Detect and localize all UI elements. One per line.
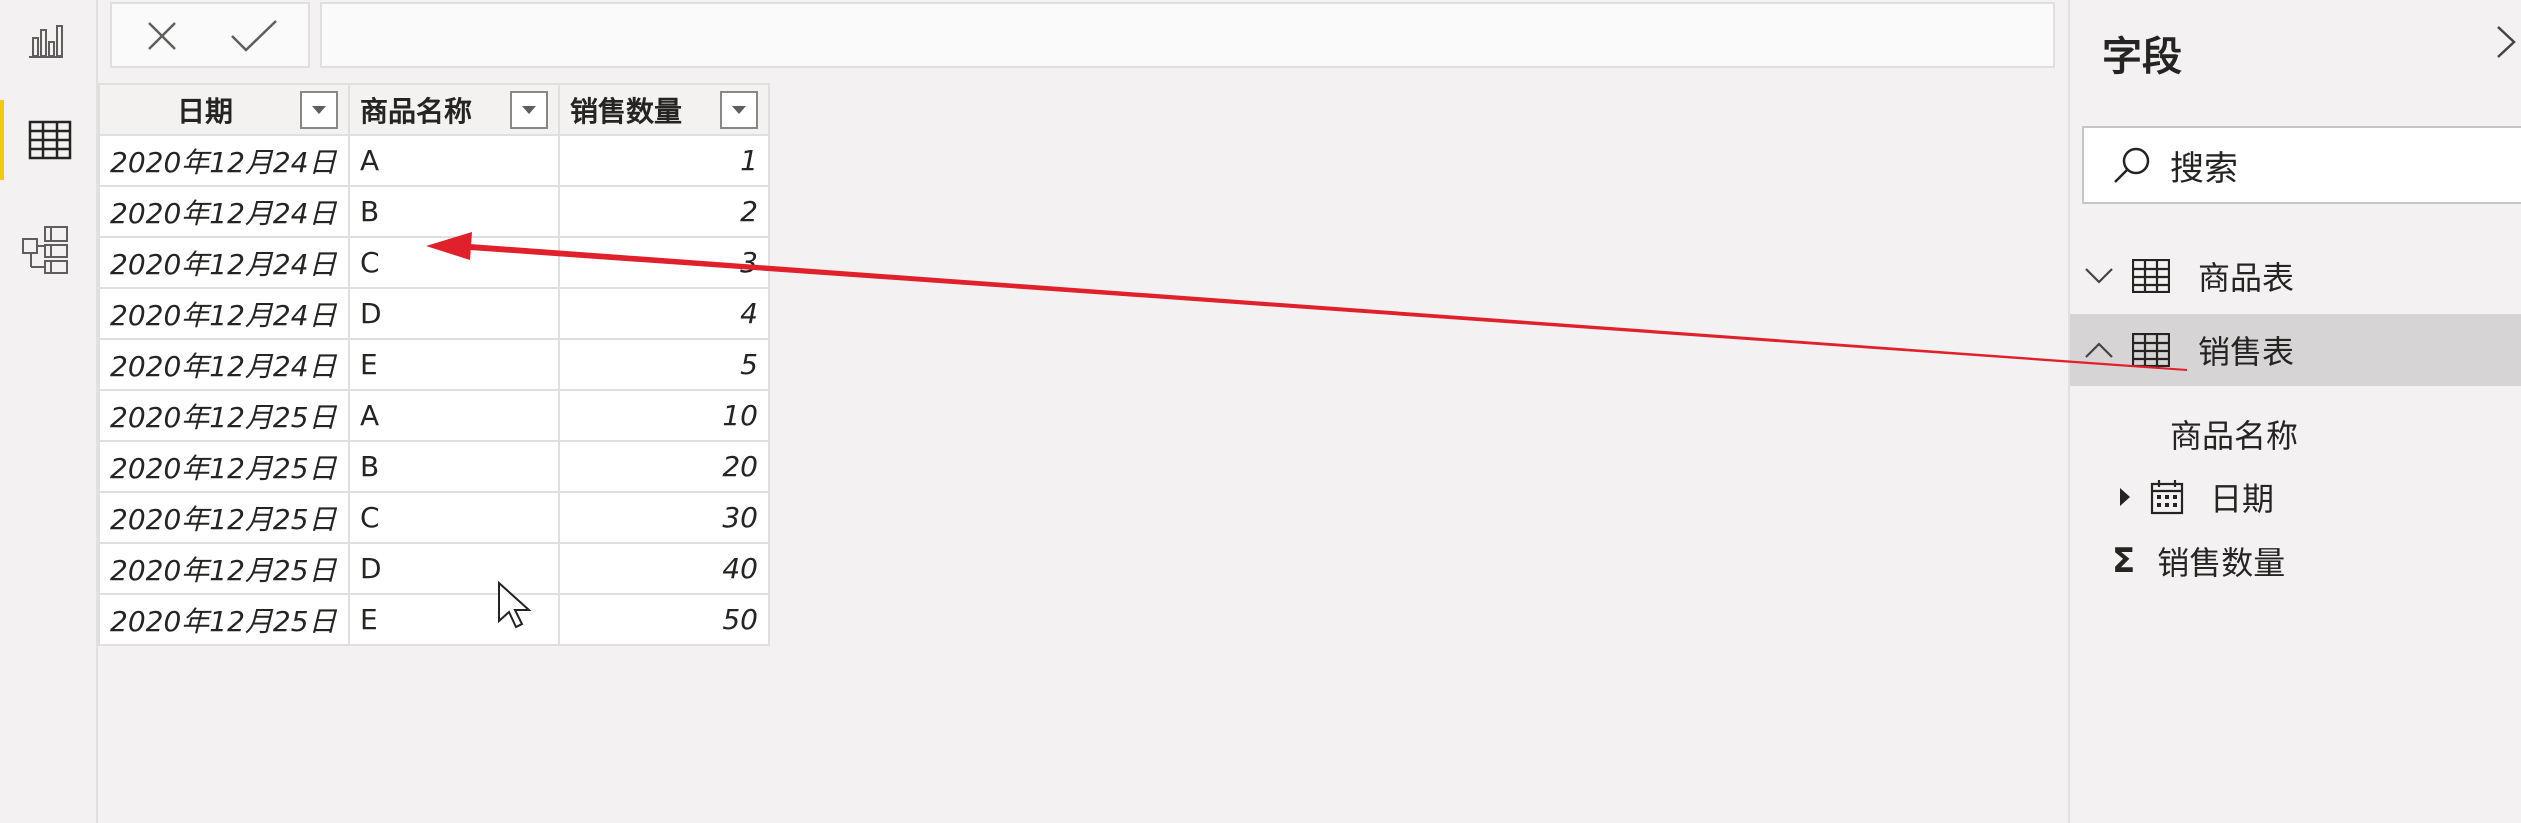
table-cell-name[interactable]: B bbox=[348, 185, 560, 238]
table-cell-qty[interactable]: 5 bbox=[558, 338, 770, 391]
table-row: 2020年12月25日 E 50 bbox=[98, 593, 770, 646]
chevron-down-icon[interactable] bbox=[2082, 267, 2116, 285]
column-header-label: 日期 bbox=[176, 94, 233, 128]
table-row: 2020年12月24日 E 5 bbox=[98, 338, 770, 391]
mouse-cursor-icon bbox=[498, 581, 532, 629]
table-row: 2020年12月25日 C 30 bbox=[98, 491, 770, 544]
checkmark-icon bbox=[231, 20, 277, 52]
chevron-down-icon bbox=[522, 105, 536, 114]
column-header-sales-qty[interactable]: 销售数量 bbox=[558, 83, 770, 136]
sigma-icon: Σ bbox=[2112, 541, 2136, 581]
table-icon bbox=[2132, 259, 2170, 293]
table-cell-date[interactable]: 2020年12月24日 bbox=[98, 287, 350, 340]
table-cell-date[interactable]: 2020年12月24日 bbox=[98, 185, 350, 238]
table-cell-date[interactable]: 2020年12月25日 bbox=[98, 593, 350, 646]
search-icon bbox=[2114, 147, 2150, 183]
table-icon bbox=[28, 120, 72, 160]
table-cell-qty[interactable]: 40 bbox=[558, 542, 770, 595]
commit-formula-button[interactable] bbox=[224, 12, 284, 60]
chevron-right-icon bbox=[2497, 26, 2516, 58]
column-header-label: 商品名称 bbox=[360, 94, 473, 128]
table-cell-name[interactable]: C bbox=[348, 491, 560, 544]
table-cell-name[interactable]: E bbox=[348, 338, 560, 391]
data-view-button[interactable] bbox=[0, 100, 96, 180]
column-header-date[interactable]: 日期 bbox=[98, 83, 350, 136]
collapse-pane-button[interactable] bbox=[2495, 24, 2517, 70]
table-row: 2020年12月25日 B 20 bbox=[98, 440, 770, 493]
table-cell-qty[interactable]: 2 bbox=[558, 185, 770, 238]
table-cell-name[interactable]: B bbox=[348, 440, 560, 493]
table-cell-name[interactable]: D bbox=[348, 287, 560, 340]
fields-pane: 字段 搜索 商品表 销售表 商品名称 日期 Σ 销售数量 bbox=[2068, 0, 2521, 823]
column-header-product-name[interactable]: 商品名称 bbox=[348, 83, 560, 136]
table-row: 2020年12月25日 D 40 bbox=[98, 542, 770, 595]
column-filter-dropdown[interactable] bbox=[300, 90, 338, 129]
table-cell-date[interactable]: 2020年12月24日 bbox=[98, 338, 350, 391]
field-search-input[interactable]: 搜索 bbox=[2082, 126, 2521, 204]
formula-input[interactable] bbox=[320, 2, 2055, 68]
field-label: 销售数量 bbox=[2157, 544, 2286, 582]
table-row: 2020年12月24日 A 1 bbox=[98, 134, 770, 187]
table-cell-date[interactable]: 2020年12月24日 bbox=[98, 236, 350, 289]
table-cell-date[interactable]: 2020年12月24日 bbox=[98, 134, 350, 187]
column-header-label: 销售数量 bbox=[570, 94, 683, 128]
chevron-down-icon bbox=[732, 105, 746, 114]
view-rail bbox=[0, 0, 98, 823]
chevron-down-icon bbox=[312, 105, 326, 114]
field-label: 日期 bbox=[2210, 480, 2275, 518]
report-view-button[interactable] bbox=[0, 0, 92, 80]
pane-title: 字段 bbox=[2102, 34, 2182, 80]
table-cell-qty[interactable]: 3 bbox=[558, 236, 770, 289]
calendar-icon bbox=[2150, 479, 2184, 515]
table-cell-name[interactable]: A bbox=[348, 134, 560, 187]
table-cell-date[interactable]: 2020年12月25日 bbox=[98, 542, 350, 595]
field-product-name[interactable]: 商品名称 bbox=[2070, 398, 2521, 470]
table-cell-date[interactable]: 2020年12月25日 bbox=[98, 389, 350, 442]
model-icon bbox=[22, 226, 68, 274]
table-node-sales[interactable]: 销售表 bbox=[2070, 314, 2521, 386]
bar-chart-icon bbox=[29, 25, 63, 58]
cancel-formula-button[interactable] bbox=[132, 12, 192, 60]
data-table: 日期 商品名称 销售数量 2020年12月24日 A 1 2020年12月24日… bbox=[98, 83, 770, 646]
formula-bar-buttons bbox=[110, 2, 310, 68]
table-cell-date[interactable]: 2020年12月25日 bbox=[98, 440, 350, 493]
column-filter-dropdown[interactable] bbox=[720, 90, 758, 129]
table-row: 2020年12月24日 B 2 bbox=[98, 185, 770, 238]
table-cell-qty[interactable]: 50 bbox=[558, 593, 770, 646]
table-node-products[interactable]: 商品表 bbox=[2070, 240, 2521, 312]
field-date[interactable]: 日期 bbox=[2070, 461, 2521, 533]
table-node-label: 商品表 bbox=[2198, 259, 2295, 297]
model-view-button[interactable] bbox=[0, 210, 92, 290]
table-row: 2020年12月25日 A 10 bbox=[98, 389, 770, 442]
field-sales-qty[interactable]: Σ 销售数量 bbox=[2070, 525, 2521, 597]
table-row: 2020年12月24日 C 3 bbox=[98, 236, 770, 289]
table-icon bbox=[2132, 333, 2170, 367]
table-row: 2020年12月24日 D 4 bbox=[98, 287, 770, 340]
chevron-up-icon[interactable] bbox=[2082, 341, 2116, 359]
close-icon bbox=[148, 22, 176, 50]
table-cell-name[interactable]: C bbox=[348, 236, 560, 289]
table-cell-date[interactable]: 2020年12月25日 bbox=[98, 491, 350, 544]
table-cell-qty[interactable]: 1 bbox=[558, 134, 770, 187]
table-cell-name[interactable]: A bbox=[348, 389, 560, 442]
table-cell-qty[interactable]: 4 bbox=[558, 287, 770, 340]
column-filter-dropdown[interactable] bbox=[510, 90, 548, 129]
table-cell-qty[interactable]: 20 bbox=[558, 440, 770, 493]
table-cell-qty[interactable]: 30 bbox=[558, 491, 770, 544]
table-cell-qty[interactable]: 10 bbox=[558, 389, 770, 442]
caret-right-icon[interactable] bbox=[2118, 486, 2132, 508]
table-node-label: 销售表 bbox=[2198, 333, 2295, 371]
table-header-row: 日期 商品名称 销售数量 bbox=[98, 83, 770, 136]
search-placeholder: 搜索 bbox=[2170, 148, 2238, 189]
field-label: 商品名称 bbox=[2170, 417, 2299, 455]
